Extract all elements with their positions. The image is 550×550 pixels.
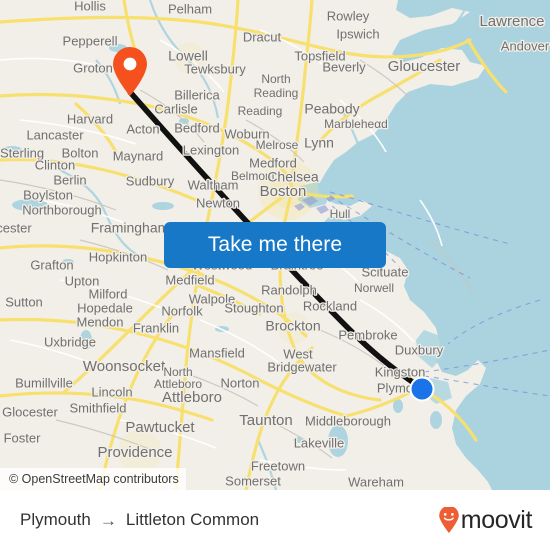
map-label: Harvard bbox=[67, 111, 113, 126]
map-label: Attleboro bbox=[162, 389, 222, 406]
map-label: Carlisle bbox=[154, 101, 197, 116]
map-label: Beverly bbox=[322, 59, 366, 74]
moovit-logo[interactable]: moovit bbox=[438, 505, 533, 534]
map-label: Rowley bbox=[327, 8, 370, 23]
map-label: Hopedale bbox=[77, 300, 133, 315]
map-label: Lawrence bbox=[479, 13, 544, 30]
map-label: Foster bbox=[4, 430, 42, 445]
map-label: Ipswich bbox=[336, 26, 379, 41]
map-label: Norfolk bbox=[161, 303, 203, 318]
map-label: Freetown bbox=[251, 458, 305, 473]
map-label: Acton bbox=[126, 121, 159, 136]
map-label: Framingham bbox=[91, 220, 170, 236]
map-canvas[interactable]: Hollis Pelham Rowley Lawrence Pepperell Dracu… bbox=[0, 0, 550, 490]
map-label: Andover bbox=[501, 38, 550, 53]
map-label: Lexington bbox=[183, 142, 239, 157]
moovit-pin-icon bbox=[438, 506, 459, 533]
map-label: Uxbridge bbox=[44, 334, 96, 349]
map-label: Pelham bbox=[168, 1, 212, 16]
map-label: Hull bbox=[330, 207, 351, 221]
map-label: Lakeville bbox=[294, 435, 345, 450]
map-label: Peabody bbox=[304, 101, 359, 117]
map-label: Norton bbox=[220, 375, 259, 390]
map-label: Tewksbury bbox=[184, 61, 246, 76]
map-label: Marbleheαd bbox=[324, 117, 388, 131]
map-label: Northborough bbox=[22, 202, 102, 217]
map-label: Taunton bbox=[239, 412, 292, 429]
map-label: Waltham bbox=[188, 177, 239, 192]
map-label: Boston bbox=[260, 183, 307, 200]
map-label: Smithfield bbox=[69, 400, 126, 415]
map-label: Randolph bbox=[261, 282, 317, 297]
map-label: Berlin bbox=[53, 172, 86, 187]
map-label: Clinton bbox=[35, 157, 75, 172]
map-label: Woonsocket bbox=[83, 358, 166, 375]
map-label: Groton bbox=[73, 60, 113, 75]
destination-dot-icon[interactable] bbox=[409, 376, 435, 402]
route-summary: Plymouth → Littleton Common bbox=[20, 510, 259, 530]
map-label: Dracut bbox=[243, 29, 282, 44]
map-label: Lynn bbox=[304, 135, 334, 151]
map-label: Milford bbox=[88, 286, 127, 301]
map-label: Pembroke bbox=[338, 327, 397, 342]
map-label: Reading bbox=[254, 86, 299, 100]
map-label: Franklin bbox=[133, 320, 179, 335]
map-label: Mendon bbox=[77, 314, 124, 329]
map-label: Norwell bbox=[354, 281, 394, 295]
osm-attribution[interactable]: © OpenStreetMap contributors bbox=[0, 468, 186, 490]
map-label: Medfield bbox=[165, 272, 214, 287]
map-label: Wareham bbox=[348, 474, 404, 489]
map-label: Lincoln bbox=[91, 384, 132, 399]
map-label: Gloucester bbox=[388, 58, 461, 75]
map-label: Middleborough bbox=[305, 413, 391, 428]
moovit-wordmark: moovit bbox=[460, 505, 533, 534]
map-label: Pepperell bbox=[63, 33, 118, 48]
map-label: Bridgewater bbox=[267, 359, 337, 374]
map-label: Glocester bbox=[2, 404, 58, 419]
map-label: North bbox=[261, 72, 290, 86]
map-label: Reading bbox=[238, 104, 283, 118]
map-label: Sutton bbox=[5, 294, 43, 309]
map-label: Stoughton bbox=[224, 300, 283, 315]
map-label: Duxbury bbox=[395, 342, 444, 357]
map-label: Hopkinton bbox=[89, 249, 148, 264]
arrow-right-icon: → bbox=[99, 510, 117, 530]
route-destination-label: Littleton Common bbox=[125, 510, 260, 529]
map-label: Melrose bbox=[256, 138, 299, 152]
route-origin-label: Plymouth bbox=[20, 510, 91, 529]
map-label: Grafton bbox=[30, 257, 73, 272]
map-label: Billerica bbox=[174, 87, 220, 102]
map-label: Lancaster bbox=[26, 127, 84, 142]
map-label: Boylston bbox=[23, 187, 73, 202]
map-label: Mansfield bbox=[189, 345, 245, 360]
map-label: Newton bbox=[196, 195, 240, 210]
map-label: Brockton bbox=[265, 318, 320, 334]
map-label: Maynard bbox=[113, 148, 164, 163]
map-label: Hollis bbox=[74, 0, 106, 13]
moovit-trip-map-screen: Hollis Pelham Rowley Lawrence Pepperell Dracu… bbox=[0, 0, 550, 550]
map-label: Bedford bbox=[174, 120, 220, 135]
map-label: cester bbox=[0, 220, 32, 235]
take-me-there-button[interactable]: Take me there bbox=[164, 222, 386, 268]
footer-bar: Plymouth → Littleton Common moovit bbox=[0, 490, 550, 550]
map-label: Rockland bbox=[303, 298, 357, 313]
map-label: Somerset bbox=[225, 473, 281, 488]
map-label: Kingston bbox=[375, 364, 426, 379]
map-label: Bumillville bbox=[15, 375, 73, 390]
map-label: Pawtucket bbox=[125, 419, 195, 436]
map-label: Providence bbox=[97, 444, 172, 461]
map-label: Sudbury bbox=[126, 173, 175, 188]
